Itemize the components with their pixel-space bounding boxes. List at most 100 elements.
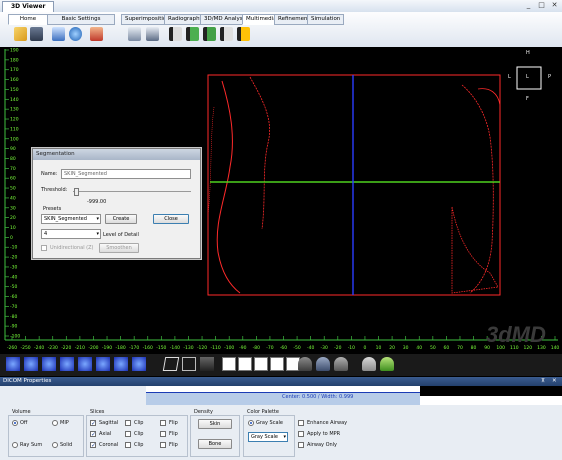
person-silver-icon[interactable]	[334, 357, 348, 371]
palette-select[interactable]: Gray Scale ▾	[248, 432, 288, 442]
head-reset-view-icon[interactable]	[132, 357, 146, 371]
y-tick-label: -90	[10, 324, 17, 330]
head-oblique-view-icon[interactable]	[114, 357, 128, 371]
movie-export-icon[interactable]	[220, 27, 233, 41]
open-folder-icon[interactable]	[14, 27, 27, 41]
coronal-label: Coronal	[99, 442, 119, 448]
volume-solid-radio[interactable]	[52, 442, 58, 448]
x-tick-label: -40	[307, 345, 314, 351]
y-tick-label: 130	[10, 107, 19, 113]
sagittal-checkbox[interactable]: ✓	[90, 420, 96, 427]
movie-edit-icon[interactable]	[237, 27, 250, 41]
threshold-slider-thumb[interactable]	[74, 188, 79, 196]
slice-layout-2-icon[interactable]	[238, 357, 252, 371]
x-tick-label: 70	[457, 345, 463, 351]
minimize-button[interactable]: _	[524, 1, 533, 10]
x-tick-label: -100	[224, 345, 234, 351]
lod-select-value: 4	[44, 231, 48, 237]
head-back-view-icon[interactable]	[60, 357, 74, 371]
threshold-slider[interactable]	[73, 191, 191, 192]
person-gray-icon[interactable]	[298, 357, 312, 371]
x-tick-label: -180	[115, 345, 125, 351]
x-tick-label: -120	[197, 345, 207, 351]
sagittal-flip-checkbox[interactable]	[160, 420, 166, 426]
bone-button[interactable]: Bone	[198, 439, 232, 449]
movie-play-icon[interactable]	[186, 27, 199, 41]
volume-raysum-radio[interactable]	[12, 442, 18, 448]
x-tick-label: -150	[156, 345, 166, 351]
person-green-icon[interactable]	[380, 357, 394, 371]
restore-button[interactable]: □	[537, 1, 546, 10]
head-front-view-icon[interactable]	[6, 357, 20, 371]
movie-record-icon[interactable]	[203, 27, 216, 41]
axial-flip-label: Flip	[169, 431, 178, 437]
printer-icon[interactable]	[146, 27, 159, 41]
slice-layout-4-icon[interactable]	[270, 357, 284, 371]
volume-raysum-label: Ray Sum	[20, 442, 43, 448]
tab-basic-settings[interactable]: Basic Settings	[47, 14, 115, 25]
volume-off-radio[interactable]	[12, 420, 18, 426]
airway-only-checkbox[interactable]	[298, 442, 304, 448]
wireframe-cube-icon[interactable]	[162, 357, 180, 371]
histogram-graph	[0, 386, 562, 405]
preset-select[interactable]: SKIN_Segmented ▾	[41, 214, 101, 224]
name-input[interactable]: SKIN_Segmented	[61, 169, 191, 179]
coronal-checkbox[interactable]: ✓	[90, 442, 96, 449]
user-settings-icon[interactable]	[90, 27, 103, 41]
y-tick-label: -30	[10, 264, 17, 270]
enhance-airway-checkbox[interactable]	[298, 420, 304, 426]
lod-label: Level of Detail	[103, 232, 139, 238]
coronal-clip-checkbox[interactable]	[125, 442, 131, 448]
volume-mip-radio[interactable]	[52, 420, 58, 426]
chevron-down-icon: ▾	[96, 231, 99, 237]
sagittal-clip-checkbox[interactable]	[125, 420, 131, 426]
globe-icon[interactable]	[69, 27, 82, 41]
unidirectional-checkbox[interactable]	[41, 245, 47, 251]
movie-icon[interactable]	[169, 27, 182, 41]
x-tick-label: 60	[444, 345, 450, 351]
volume-mip-label: MIP	[60, 420, 69, 426]
apply-mpr-checkbox[interactable]	[298, 431, 304, 437]
lod-select[interactable]: 4 ▾	[41, 229, 101, 239]
head-bottom-view-icon[interactable]	[96, 357, 110, 371]
tab-simulation[interactable]: Simulation	[307, 14, 345, 25]
head-right-view-icon[interactable]	[42, 357, 56, 371]
axial-label: Axial	[99, 431, 112, 437]
x-tick-label: -110	[211, 345, 221, 351]
create-button[interactable]: Create	[105, 214, 137, 224]
smoothen-button[interactable]: Smoothen	[99, 243, 139, 253]
screen-icon[interactable]	[52, 27, 65, 41]
y-tick-label: 40	[10, 195, 16, 201]
skin-button[interactable]: Skin	[198, 419, 232, 429]
box-icon[interactable]	[182, 357, 196, 371]
x-tick-label: -140	[170, 345, 180, 351]
y-tick-label: 80	[10, 156, 16, 162]
x-tick-label: 10	[376, 345, 382, 351]
pin-icon[interactable]: ⊼	[541, 377, 545, 386]
face-contour-edge	[207, 106, 215, 216]
close-button[interactable]: ✕	[550, 1, 559, 10]
close-dialog-button[interactable]: Close	[153, 214, 189, 224]
face-contour-left	[216, 80, 241, 294]
person-blue-icon[interactable]	[316, 357, 330, 371]
axial-clip-checkbox[interactable]	[125, 431, 131, 437]
save-icon[interactable]	[30, 27, 43, 41]
slice-layout-1-icon[interactable]	[222, 357, 236, 371]
axial-flip-checkbox[interactable]	[160, 431, 166, 437]
tab-home[interactable]: Home	[8, 14, 48, 25]
print-icon[interactable]	[128, 27, 141, 41]
grayscale-radio[interactable]	[248, 420, 254, 426]
axial-clip-label: Clip	[134, 431, 144, 437]
axial-checkbox[interactable]: ✓	[90, 431, 96, 438]
histogram-bar[interactable]: Center: 0.500 / Width: 0.999	[0, 386, 562, 405]
slice-layout-3-icon[interactable]	[254, 357, 268, 371]
y-tick-label: 30	[10, 205, 16, 211]
y-tick-label: -20	[10, 255, 17, 261]
head-left-view-icon[interactable]	[24, 357, 38, 371]
coronal-flip-checkbox[interactable]	[160, 442, 166, 448]
volume-icon[interactable]	[200, 357, 214, 371]
person-white-icon[interactable]	[362, 357, 376, 371]
head-top-view-icon[interactable]	[78, 357, 92, 371]
close-panel-icon[interactable]: ✕	[552, 377, 557, 386]
x-tick-label: 0	[364, 345, 367, 351]
